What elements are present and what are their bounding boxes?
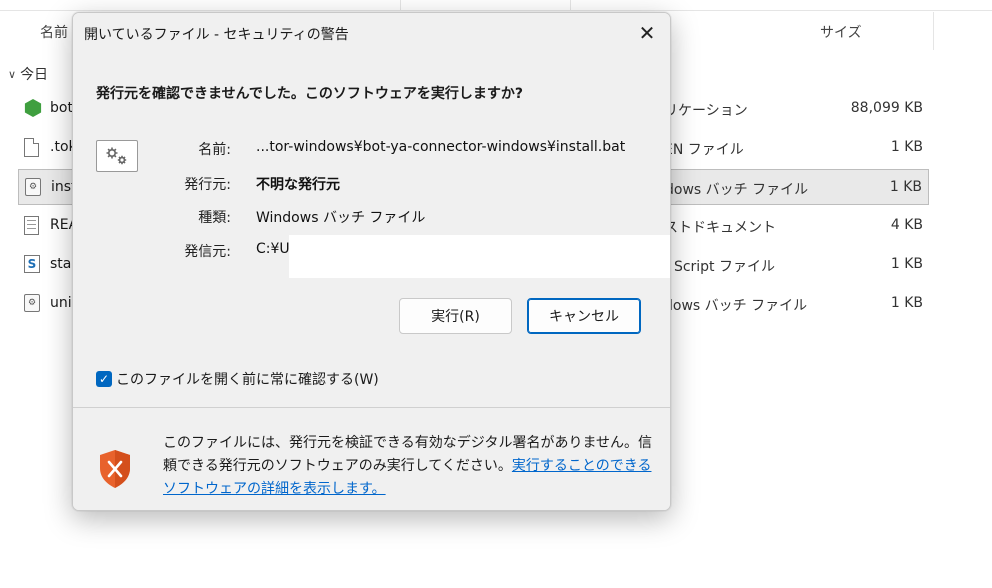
text-document-icon (24, 216, 42, 236)
type-label: 種類: (198, 210, 231, 226)
group-header-today[interactable]: ∨ 今日 (8, 64, 48, 84)
security-warning-dialog: 開いているファイル - セキュリティの警告 ✕ 発行元を確認できませんでした。こ… (72, 12, 671, 511)
file-size: 4 KB (890, 217, 923, 233)
warning-footer: このファイルには、発行元を検証できる有効なデジタル署名がありません。信頼できる発… (73, 408, 670, 510)
file-name: bot (50, 100, 73, 116)
warning-message: このファイルには、発行元を検証できる有効なデジタル署名がありません。信頼できる発… (163, 432, 653, 501)
cancel-button[interactable]: キャンセル (527, 298, 641, 334)
toolbar-divider (0, 0, 992, 11)
dialog-title: 開いているファイル - セキュリティの警告 (84, 27, 349, 43)
column-header-size[interactable]: サイズ (820, 22, 862, 42)
always-ask-checkbox-row[interactable]: ✓ このファイルを開く前に常に確認する(W) (96, 369, 379, 389)
shield-warning-icon (100, 450, 130, 488)
file-name: uni (50, 295, 72, 311)
file-size: 1 KB (889, 179, 922, 195)
checkmark-icon: ✓ (98, 372, 110, 386)
name-value: ...tor-windows¥bot-ya-connector-windows¥… (256, 139, 626, 155)
dialog-question: 発行元を確認できませんでした。このソフトウェアを実行しますか? (96, 86, 523, 102)
always-ask-checkbox[interactable]: ✓ (96, 371, 112, 387)
name-label: 名前: (198, 142, 231, 158)
publisher-value: 不明な発行元 (256, 177, 340, 193)
file-size: 88,099 KB (850, 100, 923, 116)
checkbox-label[interactable]: このファイルを開く前に常に確認する(W) (116, 369, 379, 389)
from-label: 発信元: (184, 244, 231, 260)
run-button[interactable]: 実行(R) (399, 298, 512, 334)
file-type: ストドキュメント (664, 220, 776, 236)
redaction-block (289, 235, 670, 278)
batch-file-icon: ⚙ (24, 294, 42, 314)
batch-file-large-icon (96, 140, 138, 172)
chevron-down-icon: ∨ (8, 67, 17, 81)
file-size: 1 KB (890, 256, 923, 272)
publisher-label: 発行元: (184, 177, 231, 193)
file-size: 1 KB (890, 295, 923, 311)
dialog-titlebar[interactable]: 開いているファイル - セキュリティの警告 ✕ (73, 13, 670, 53)
file-type: dows バッチ ファイル (665, 182, 809, 198)
app-gem-icon (24, 99, 42, 119)
from-value: C:¥U (256, 241, 290, 257)
column-header-name[interactable]: 名前 (40, 22, 68, 42)
batch-file-icon: ⚙ (25, 178, 43, 198)
file-type: dows バッチ ファイル (664, 298, 808, 314)
type-value: Windows バッチ ファイル (256, 210, 426, 226)
script-file-icon: S (24, 255, 42, 275)
gear-icon (106, 147, 127, 165)
file-icon (24, 138, 42, 158)
toolbar-separator (570, 0, 571, 10)
file-type: t Script ファイル (664, 259, 775, 275)
file-size: 1 KB (890, 139, 923, 155)
group-label: 今日 (20, 67, 49, 83)
toolbar-separator (400, 0, 401, 10)
file-name: sta (50, 256, 72, 272)
close-icon: ✕ (638, 21, 656, 45)
file-type: EN ファイル (664, 142, 744, 158)
close-button[interactable]: ✕ (624, 13, 670, 53)
column-divider[interactable] (933, 12, 934, 50)
file-type: リケーション (664, 103, 748, 119)
